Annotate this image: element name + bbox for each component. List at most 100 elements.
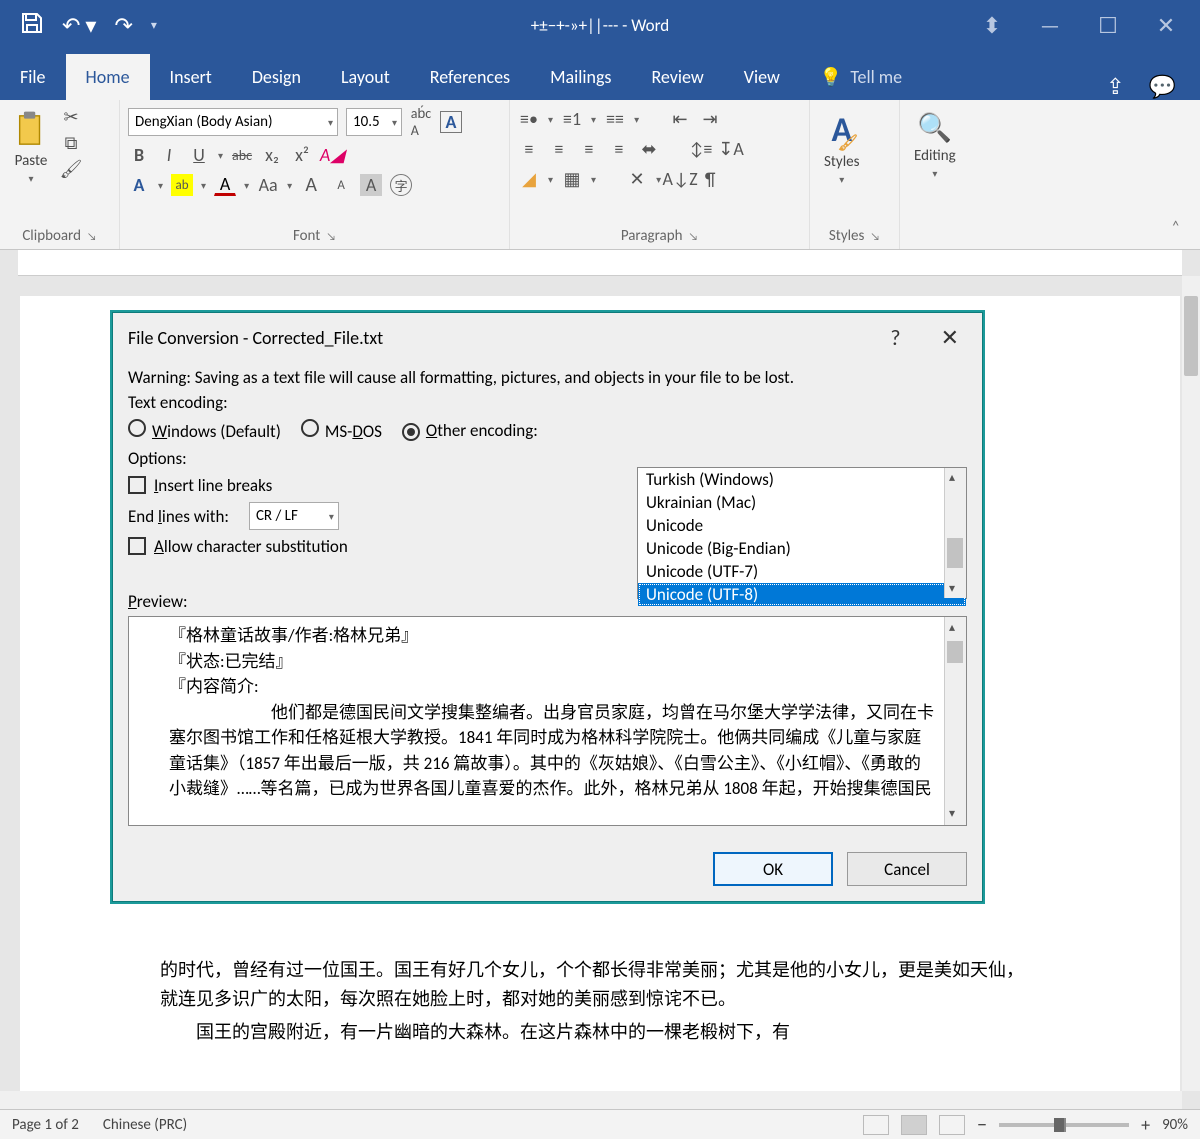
character-border-icon[interactable]: A [440,111,462,133]
editing-button[interactable]: 🔍 Editing [908,106,962,184]
share-icon[interactable]: ⇪ [1106,73,1124,100]
bullets-icon[interactable]: ≡• [518,108,540,130]
scroll-thumb[interactable] [1184,296,1198,376]
font-name-combo[interactable]: DengXian (Body Asian) [128,108,338,136]
styles-button[interactable]: A🖌 Styles [818,106,865,190]
end-lines-combo[interactable]: CR / LF [249,502,339,530]
borders-icon[interactable]: ▦ [561,168,583,190]
zoom-level[interactable]: 90% [1162,1116,1188,1134]
paste-button[interactable]: Paste [8,106,54,189]
list-item[interactable]: Unicode [638,514,966,537]
format-painter-icon[interactable]: 🖌 [60,158,82,180]
tab-insert[interactable]: Insert [150,54,232,100]
italic-icon[interactable]: I [158,144,180,166]
list-item[interactable]: Unicode (Big-Endian) [638,537,966,560]
insert-line-breaks-checkbox[interactable]: Insert line breaks [128,475,272,496]
redo-icon[interactable]: ↷ [114,12,132,39]
align-right-icon[interactable]: ≡ [578,138,600,160]
paragraph-launcher-icon[interactable]: ↘ [688,230,698,243]
tab-mailings[interactable]: Mailings [530,54,631,100]
listbox-scrollbar[interactable] [944,468,966,598]
sort-icon[interactable]: A↓Z [669,168,691,190]
radio-msdos[interactable]: MS-DOS [301,419,382,442]
zoom-slider[interactable] [999,1123,1129,1127]
language-status[interactable]: Chinese (PRC) [103,1116,187,1134]
minimize-icon[interactable]: — [1036,12,1064,39]
ribbon-display-icon[interactable]: ⬍ [978,12,1006,39]
line-spacing-icon[interactable]: ↕≡ [690,138,712,160]
dialog-close-icon[interactable]: ✕ [941,324,959,351]
change-case-icon[interactable]: Aa [257,174,279,196]
text-direction-icon[interactable]: ↧A [720,138,742,160]
decrease-indent-icon[interactable]: ⇤ [669,108,691,130]
text-effects-icon[interactable]: A [128,174,150,196]
list-item[interactable]: Unicode (UTF-7) [638,560,966,583]
zoom-in-icon[interactable]: + [1141,1114,1150,1136]
enclose-characters-icon[interactable]: 字 [390,174,412,196]
increase-indent-icon[interactable]: ⇥ [699,108,721,130]
bold-icon[interactable]: B [128,144,150,166]
save-icon[interactable] [20,11,44,40]
align-left-icon[interactable]: ≡ [518,138,540,160]
grow-font-icon[interactable]: A [300,174,322,196]
maximize-icon[interactable]: ☐ [1094,12,1122,39]
list-item-selected[interactable]: Unicode (UTF-8) [638,583,966,606]
cut-icon[interactable]: ✂ [60,106,82,128]
show-hide-icon[interactable]: ¶ [699,168,721,190]
print-layout-icon[interactable] [901,1115,927,1135]
zoom-out-icon[interactable]: − [977,1113,987,1137]
list-item[interactable]: Turkish (Windows) [638,468,966,491]
font-size-combo[interactable]: 10.5 [346,108,402,136]
cancel-button[interactable]: Cancel [847,852,967,886]
subscript-icon[interactable]: x₂ [261,144,283,166]
vertical-scrollbar[interactable] [1182,276,1200,1091]
horizontal-scrollbar[interactable] [0,1091,1182,1109]
tab-view[interactable]: View [724,54,800,100]
list-item[interactable]: Ukrainian (Mac) [638,491,966,514]
numbering-icon[interactable]: ≡1 [561,108,583,130]
radio-windows[interactable]: WWindows (Default)indows (Default) [128,419,281,442]
highlight-icon[interactable]: ab [171,174,193,196]
undo-icon[interactable]: ↶ ▾ [62,12,96,39]
collapse-ribbon-icon[interactable]: ˄ [1151,206,1200,249]
distributed-icon[interactable]: ⬌ [638,138,660,160]
web-layout-icon[interactable] [939,1115,965,1135]
snap-to-grid-icon[interactable]: ✕ [626,168,648,190]
underline-icon[interactable]: U [188,144,210,166]
radio-other-encoding[interactable]: Other encoding: [402,420,538,441]
shrink-font-icon[interactable]: A [330,174,352,196]
tab-design[interactable]: Design [232,54,321,100]
scroll-thumb[interactable] [947,538,963,568]
font-color-icon[interactable]: A [214,174,236,196]
character-shading-icon[interactable]: A [360,174,382,196]
tab-home[interactable]: Home [66,54,150,100]
scroll-thumb[interactable] [947,641,963,663]
tab-file[interactable]: File [0,54,66,100]
qat-customize-icon[interactable]: ▾ [151,18,157,33]
tell-me[interactable]: 💡Tell me [800,54,922,100]
font-launcher-icon[interactable]: ↘ [326,230,336,243]
phonetic-guide-icon[interactable]: ab́cA [410,111,432,133]
clear-formatting-icon[interactable]: A◢ [321,144,343,166]
shading-icon[interactable]: ◢ [518,168,540,190]
help-icon[interactable]: ? [890,324,900,351]
strikethrough-icon[interactable]: abc [231,144,253,166]
copy-icon[interactable]: ⧉ [60,132,82,154]
preview-scrollbar[interactable]: ▴ ▾ [944,617,966,825]
slider-thumb[interactable] [1054,1118,1064,1132]
clipboard-launcher-icon[interactable]: ↘ [87,230,97,243]
justify-icon[interactable]: ≡ [608,138,630,160]
close-icon[interactable]: ✕ [1152,12,1180,39]
comments-icon[interactable]: 💬 [1149,73,1176,100]
ok-button[interactable]: OK [713,852,833,886]
allow-char-sub-checkbox[interactable]: Allow character substitution [128,536,348,557]
encoding-listbox[interactable]: Turkish (Windows) Ukrainian (Mac) Unicod… [637,467,967,599]
tab-review[interactable]: Review [631,54,723,100]
tab-layout[interactable]: Layout [321,54,410,100]
styles-launcher-icon[interactable]: ↘ [870,230,880,243]
read-mode-icon[interactable] [863,1115,889,1135]
multilevel-list-icon[interactable]: ≡≡ [604,108,626,130]
align-center-icon[interactable]: ≡ [548,138,570,160]
ruler[interactable] [18,250,1182,276]
tab-references[interactable]: References [410,54,530,100]
